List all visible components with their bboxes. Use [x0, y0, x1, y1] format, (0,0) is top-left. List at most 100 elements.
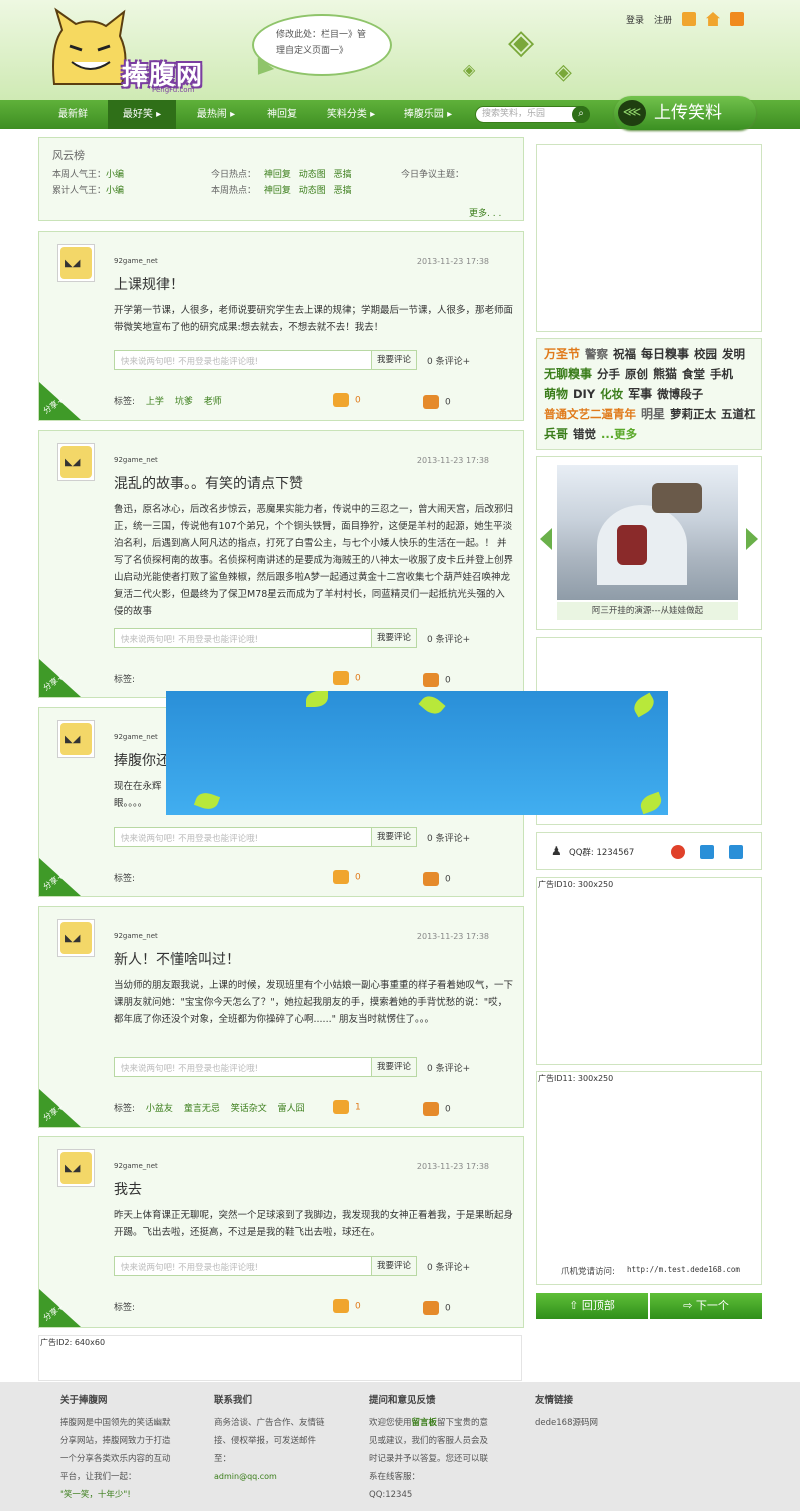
- hot-tag-link[interactable]: 恶搞: [334, 170, 352, 180]
- hot-word-link[interactable]: 化妆: [600, 385, 623, 404]
- arrow-left-icon[interactable]: [540, 528, 552, 550]
- tag-link[interactable]: 笑话杂文: [231, 1104, 267, 1114]
- nav-item-hottest[interactable]: 最热闹 ▸: [186, 100, 246, 129]
- tag-link[interactable]: 小盆友: [146, 1104, 173, 1114]
- hot-word-link[interactable]: 萝莉正太: [670, 405, 716, 424]
- avatar[interactable]: [57, 443, 95, 481]
- like-button[interactable]: 0: [333, 393, 361, 407]
- post-username[interactable]: 92game_net: [114, 1162, 158, 1170]
- hot-word-link[interactable]: 万圣节: [544, 345, 580, 364]
- dislike-button[interactable]: 0: [423, 872, 451, 886]
- avatar[interactable]: [57, 720, 95, 758]
- comment-count[interactable]: 0 条评论+: [427, 632, 470, 645]
- dislike-button[interactable]: 0: [423, 1102, 451, 1116]
- comment-input[interactable]: 快来说两句吧! 不用登录也能评论哦!: [121, 1261, 258, 1273]
- post-title[interactable]: 新人！不懂啥叫过！: [114, 949, 240, 969]
- post-title[interactable]: 我去: [114, 1179, 142, 1199]
- hot-word-link[interactable]: 食堂: [682, 365, 705, 384]
- hot-word-link[interactable]: 警察: [585, 345, 608, 364]
- share-button[interactable]: 分享+: [39, 1289, 81, 1327]
- hot-word-link[interactable]: 分手: [597, 365, 620, 384]
- hot-tag-link[interactable]: 动态图: [299, 186, 326, 196]
- post-title[interactable]: 捧腹你还: [114, 750, 170, 770]
- comment-button[interactable]: 我要评论: [371, 1058, 416, 1076]
- login-link[interactable]: 登录: [626, 13, 644, 26]
- hot-word-link[interactable]: 微博段子: [657, 385, 703, 404]
- comment-input[interactable]: 快来说两句吧! 不用登录也能评论哦!: [121, 1062, 258, 1074]
- dislike-button[interactable]: 0: [423, 395, 451, 409]
- post-username[interactable]: 92game_net: [114, 932, 158, 940]
- slide-caption[interactable]: 阿三开挂的演源---从娃娃做起: [557, 602, 738, 620]
- like-button[interactable]: 1: [333, 1100, 361, 1114]
- hot-word-link[interactable]: 五道杠: [721, 405, 756, 424]
- avatar[interactable]: [57, 244, 95, 282]
- share-button[interactable]: 分享+: [39, 382, 81, 420]
- hot-word-link[interactable]: 普通文艺二逼青年: [544, 405, 636, 424]
- friend-link[interactable]: dede168源码网: [535, 1414, 695, 1432]
- hot-tag-link[interactable]: 神回复: [264, 186, 291, 196]
- share-button[interactable]: 分享+: [39, 659, 81, 697]
- hot-tag-link[interactable]: 神回复: [264, 170, 291, 180]
- floating-ad-banner[interactable]: [166, 691, 668, 815]
- sidebar-ad-top[interactable]: [536, 144, 762, 332]
- ad-slot-10[interactable]: 广告ID10: 300x250: [536, 877, 762, 1065]
- nav-item-funniest[interactable]: 最好笑 ▸: [108, 100, 176, 129]
- tag-link[interactable]: 童言无忌: [184, 1104, 220, 1114]
- post-username[interactable]: 92game_net: [114, 456, 158, 464]
- share-button[interactable]: 分享+: [39, 1089, 81, 1127]
- hot-word-link[interactable]: 祝福: [613, 345, 636, 364]
- hot-word-link[interactable]: 无聊糗事: [544, 365, 592, 384]
- hot-word-link[interactable]: 每日糗事: [641, 345, 689, 364]
- star-icon[interactable]: [729, 845, 743, 859]
- comment-input[interactable]: 快来说两句吧! 不用登录也能评论哦!: [121, 355, 258, 367]
- comment-button[interactable]: 我要评论: [371, 828, 416, 846]
- register-link[interactable]: 注册: [654, 13, 672, 26]
- arrow-right-icon[interactable]: [746, 528, 758, 550]
- hot-word-link[interactable]: 明星: [641, 405, 665, 424]
- next-button[interactable]: ⇨ 下一个: [650, 1293, 762, 1319]
- nav-item-paradise[interactable]: 捧腹乐园 ▸: [392, 100, 464, 129]
- footer-email-link[interactable]: admin@qq.com: [214, 1468, 332, 1486]
- search-icon[interactable]: ⌕: [572, 106, 590, 123]
- comment-count[interactable]: 0 条评论+: [427, 1260, 470, 1273]
- hot-word-link[interactable]: 军事: [628, 385, 652, 404]
- hot-word-link[interactable]: 兵哥: [544, 425, 568, 444]
- post-username[interactable]: 92game_net: [114, 733, 158, 741]
- hot-word-link[interactable]: 错觉: [573, 425, 596, 444]
- nav-item-newest[interactable]: 最新鲜: [48, 100, 98, 129]
- hot-word-link[interactable]: DIY: [573, 385, 595, 404]
- tag-link[interactable]: 坑爹: [175, 397, 193, 407]
- hot-tag-link[interactable]: 恶搞: [334, 186, 352, 196]
- guestbook-link[interactable]: 留言板: [412, 1418, 438, 1428]
- post-title[interactable]: 上课规律！: [114, 274, 184, 294]
- tag-link[interactable]: 老师: [204, 397, 222, 407]
- nav-item-god-reply[interactable]: 神回复: [256, 100, 308, 129]
- comment-button[interactable]: 我要评论: [371, 629, 416, 647]
- hot-word-link[interactable]: 手机: [710, 365, 733, 384]
- mobile-url-link[interactable]: http://m.test.dede168.com: [627, 1265, 740, 1274]
- folder-icon[interactable]: [682, 12, 696, 26]
- hot-word-link[interactable]: 发明: [722, 345, 745, 364]
- tag-link[interactable]: 雷人囧: [278, 1104, 305, 1114]
- hot-word-link[interactable]: ...更多: [601, 425, 637, 444]
- like-button[interactable]: 0: [333, 1299, 361, 1313]
- week-king-link[interactable]: 小编: [106, 170, 124, 180]
- avatar[interactable]: [57, 1149, 95, 1187]
- comment-count[interactable]: 0 条评论+: [427, 831, 470, 844]
- nav-item-categories[interactable]: 笑料分类 ▸: [318, 100, 384, 129]
- rss-icon[interactable]: [730, 12, 744, 26]
- share-button[interactable]: 分享+: [39, 858, 81, 896]
- dislike-button[interactable]: 0: [423, 673, 451, 687]
- weibo-icon[interactable]: [671, 845, 685, 859]
- slide-image[interactable]: [557, 465, 738, 600]
- ad-slot-2[interactable]: 广告ID2: 640x60: [38, 1335, 522, 1381]
- dislike-button[interactable]: 0: [423, 1301, 451, 1315]
- post-username[interactable]: 92game_net: [114, 257, 158, 265]
- hot-word-link[interactable]: 原创: [625, 365, 648, 384]
- hot-word-link[interactable]: 校园: [694, 345, 717, 364]
- post-title[interactable]: 混乱的故事。。有笑的请点下赞: [114, 473, 303, 493]
- back-to-top-button[interactable]: ⇧ 回顶部: [536, 1293, 648, 1319]
- hot-word-link[interactable]: 熊猫: [653, 365, 677, 384]
- home-icon[interactable]: [706, 12, 720, 26]
- qzone-icon[interactable]: [700, 845, 714, 859]
